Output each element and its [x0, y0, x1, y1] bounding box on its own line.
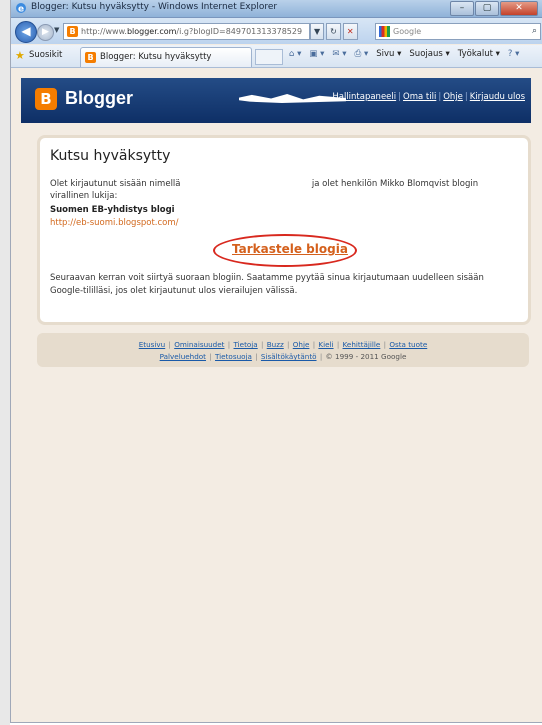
- history-dropdown-icon[interactable]: ▼: [54, 26, 59, 34]
- tools-menu[interactable]: Työkalut ▾: [458, 49, 500, 59]
- svg-text:e: e: [18, 5, 24, 15]
- search-placeholder: Google: [393, 27, 422, 36]
- google-icon: [379, 26, 390, 37]
- page-title: Kutsu hyväksytty: [50, 148, 171, 164]
- screenshot-frame: e Blogger: Kutsu hyväksytty - Windows In…: [0, 0, 542, 725]
- brand-name[interactable]: Blogger: [65, 88, 133, 109]
- address-host: http://www.: [81, 27, 127, 36]
- header-link-signout[interactable]: Kirjaudu ulos: [470, 92, 525, 102]
- home-icon[interactable]: ⌂ ▾: [289, 49, 301, 59]
- address-field[interactable]: Bhttp://www.blogger.com/i.g?blogID=84970…: [63, 23, 310, 40]
- footer-link-help[interactable]: Ohje: [293, 340, 310, 349]
- address-path: /i.g?blogID=849701313378529: [176, 27, 303, 36]
- feeds-icon[interactable]: ▣ ▾: [309, 49, 324, 59]
- footer-link-about[interactable]: Tietoja: [234, 340, 258, 349]
- blogger-favicon-icon: B: [67, 26, 78, 37]
- new-tab-button[interactable]: [255, 49, 283, 65]
- browser-tab[interactable]: B Blogger: Kutsu hyväksytty: [80, 47, 252, 67]
- footer-row-1: Etusivu | Ominaisuudet | Tietoja | Buzz …: [138, 340, 428, 349]
- address-toolbar: ◀ ▶ ▼ Bhttp://www.blogger.com/i.g?blogID…: [11, 18, 542, 44]
- mail-icon[interactable]: ✉ ▾: [332, 49, 346, 59]
- favorites-button[interactable]: Suosikit: [29, 50, 62, 60]
- footer-link-content-policy[interactable]: Sisältökäytäntö: [261, 352, 317, 361]
- command-bar: ⌂ ▾ ▣ ▾ ✉ ▾ ⎙ ▾ Sivu ▾ Suojaus ▾ Työkalu…: [289, 49, 519, 59]
- footer-row-2: Palveluehdot | Tietosuoja | Sisältökäytä…: [159, 352, 407, 361]
- window-controls: – ▢ ✕: [450, 1, 538, 16]
- page-content: B Blogger Hallintapaneeli | Oma tili | Ohje |…: [11, 68, 542, 722]
- footer-link-language[interactable]: Kieli: [318, 340, 333, 349]
- safety-menu[interactable]: Suojaus ▾: [409, 49, 449, 59]
- blog-url-link[interactable]: http://eb-suomi.blogspot.com/: [50, 218, 179, 228]
- header-link-help[interactable]: Ohje: [443, 92, 463, 102]
- stop-button[interactable]: ✕: [342, 23, 358, 40]
- maximize-button[interactable]: ▢: [475, 1, 499, 16]
- footer-link-privacy[interactable]: Tietosuoja: [215, 352, 252, 361]
- back-arrow-icon: ◀: [21, 24, 31, 38]
- print-icon[interactable]: ⎙ ▾: [354, 49, 368, 59]
- browser-window: e Blogger: Kutsu hyväksytty - Windows In…: [11, 0, 542, 722]
- back-button[interactable]: ◀: [15, 21, 37, 43]
- ie-logo-icon: e: [16, 3, 26, 15]
- blogger-header: B Blogger Hallintapaneeli | Oma tili | Ohje |…: [21, 78, 531, 123]
- tab-favicon-icon: B: [85, 52, 96, 63]
- minimize-button[interactable]: –: [450, 1, 474, 16]
- header-links: Hallintapaneeli | Oma tili | Ohje | Kirjaudu u…: [332, 92, 525, 102]
- address-buttons: ▼ ↻ ✕: [310, 23, 358, 40]
- next-time-text: Seuraavan kerran voit siirtyä suoraan bl…: [50, 273, 484, 296]
- desktop-edge: [0, 0, 10, 725]
- tab-title: Blogger: Kutsu hyväksytty: [100, 52, 212, 62]
- favorites-star-icon[interactable]: ★: [15, 49, 25, 62]
- footer-link-terms[interactable]: Palveluehdot: [160, 352, 206, 361]
- page-menu[interactable]: Sivu ▾: [376, 49, 401, 59]
- footer-link-buzz[interactable]: Buzz: [267, 340, 284, 349]
- invitation-card: Kutsu hyväksytty Olet kirjautunut sisään…: [37, 135, 531, 325]
- footer-link-buy[interactable]: Osta tuote: [389, 340, 427, 349]
- view-blog-link[interactable]: Tarkastele blogia: [232, 242, 348, 256]
- search-field[interactable]: Google ⌕: [375, 23, 541, 40]
- redacted-username: [183, 180, 309, 188]
- footer-link-developers[interactable]: Kehittäjille: [343, 340, 381, 349]
- blog-name: Suomen EB-yhdistys blogi: [50, 205, 175, 215]
- redacted-email: [239, 94, 346, 103]
- header-link-account[interactable]: Oma tili: [403, 92, 436, 102]
- close-button[interactable]: ✕: [500, 1, 538, 16]
- header-link-dashboard[interactable]: Hallintapaneeli: [332, 92, 396, 102]
- title-bar[interactable]: e Blogger: Kutsu hyväksytty - Windows In…: [11, 0, 542, 18]
- search-icon[interactable]: ⌕: [532, 24, 537, 39]
- footer-link-home[interactable]: Etusivu: [139, 340, 165, 349]
- window-title: Blogger: Kutsu hyväksytty - Windows Inte…: [31, 2, 278, 12]
- signed-in-text: Olet kirjautunut sisään nimellä ja olet …: [50, 179, 479, 201]
- footer-link-features[interactable]: Ominaisuudet: [174, 340, 224, 349]
- forward-button[interactable]: ▶: [37, 24, 54, 41]
- footer-copyright: © 1999 - 2011 Google: [325, 352, 407, 361]
- page-footer: Etusivu | Ominaisuudet | Tietoja | Buzz …: [37, 333, 529, 367]
- help-icon[interactable]: ? ▾: [508, 49, 519, 59]
- address-dropdown-button[interactable]: ▼: [310, 23, 325, 40]
- forward-arrow-icon: ▶: [42, 27, 49, 37]
- blogger-logo-icon[interactable]: B: [35, 88, 57, 110]
- favorites-bar: ★ Suosikit B Blogger: Kutsu hyväksytty ⌂…: [11, 45, 542, 68]
- address-domain: blogger.com: [126, 27, 177, 36]
- refresh-button[interactable]: ↻: [326, 23, 341, 40]
